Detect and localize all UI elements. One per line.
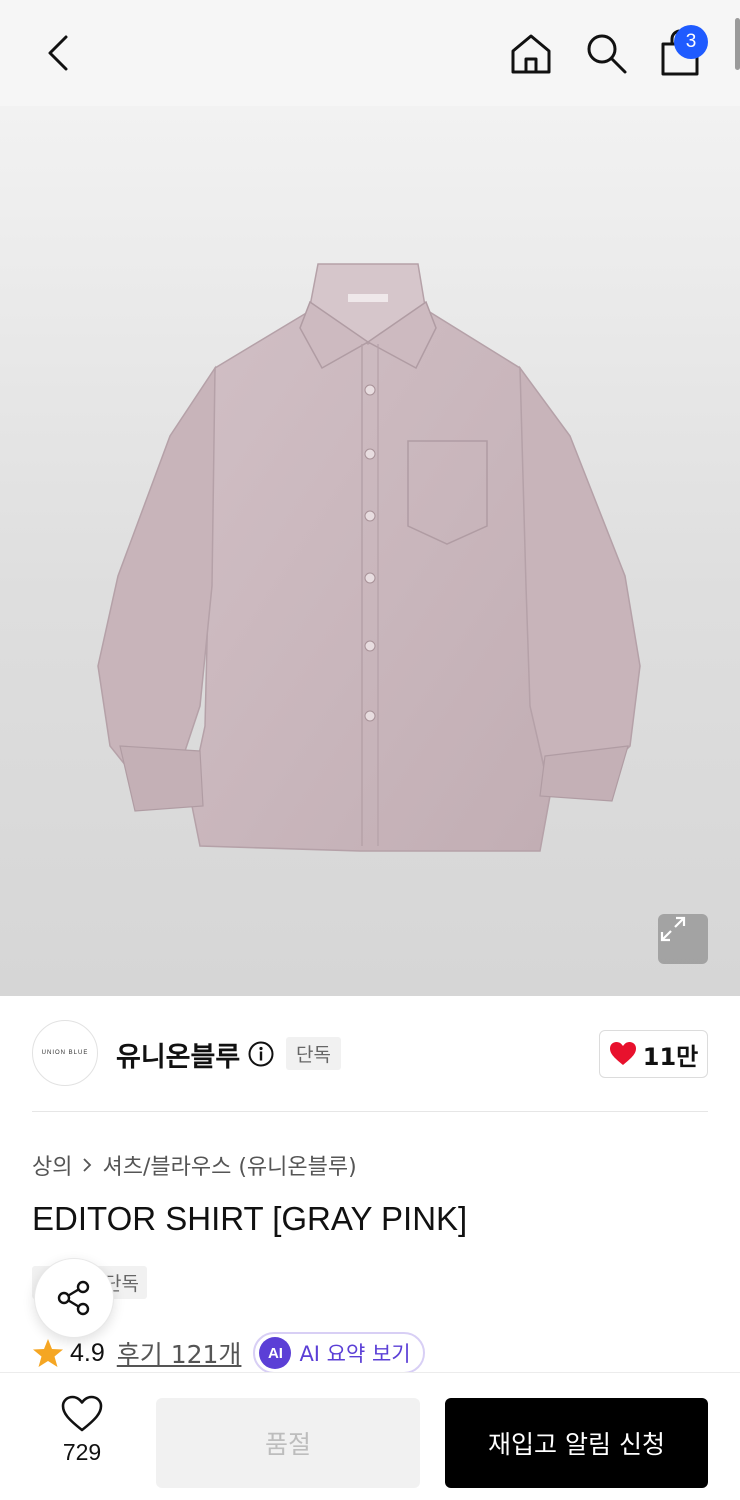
product-title: EDITOR SHIRT [GRAY PINK] — [32, 1200, 468, 1237]
brand-like-count: 11만 — [642, 1042, 699, 1071]
home-icon — [511, 34, 551, 74]
brand-logo[interactable]: UNION BLUE — [32, 1020, 98, 1086]
product-image[interactable] — [0, 106, 740, 996]
brand-name[interactable]: 유니온블루 — [116, 1035, 240, 1074]
top-app-bar: 3 — [0, 0, 740, 106]
star-icon — [33, 1339, 63, 1367]
rating-value: 4.9 — [70, 1338, 105, 1367]
chevron-left-icon — [48, 35, 68, 71]
share-button[interactable] — [34, 1258, 114, 1338]
breadcrumb-category[interactable]: 상의 — [32, 1149, 72, 1181]
divider — [32, 1111, 708, 1112]
exclusive-badge: 단독 — [286, 1037, 341, 1070]
ai-icon: AI — [259, 1337, 292, 1369]
heart-icon — [609, 1042, 636, 1065]
breadcrumb-subcategory[interactable]: 셔츠/블라우스 (유니온블루) — [102, 1149, 356, 1181]
chevron-right-icon — [83, 1158, 92, 1172]
ai-summary-label: AI 요약 보기 — [299, 1342, 411, 1366]
search-button[interactable] — [578, 26, 634, 80]
info-icon[interactable] — [248, 1041, 274, 1067]
rating-row: 4.9 후기 121개 AI AI 요약 보기 — [32, 1332, 425, 1374]
expand-icon — [660, 916, 686, 942]
brand-like-button[interactable]: 11만 — [599, 1030, 708, 1078]
cart-count-badge: 3 — [674, 25, 708, 59]
brand-row: UNION BLUE 유니온블루 단독 11만 — [32, 1020, 708, 1088]
reviews-link[interactable]: 후기 121개 — [117, 1335, 242, 1371]
heart-outline-icon — [61, 1395, 103, 1432]
wishlist-count: 729 — [62, 1439, 102, 1465]
restock-alert-button[interactable]: 재입고 알림 신청 — [445, 1398, 708, 1488]
expand-image-button[interactable] — [658, 914, 708, 964]
sold-out-button[interactable]: 품절 — [156, 1398, 420, 1488]
breadcrumb: 상의 셔츠/블라우스 (유니온블루) — [32, 1148, 357, 1182]
home-button[interactable] — [503, 26, 559, 80]
share-icon — [57, 1280, 90, 1316]
shirt-illustration — [97, 263, 641, 852]
search-icon — [587, 34, 627, 74]
wishlist-button[interactable]: 729 — [44, 1395, 120, 1481]
bottom-action-bar: 729 품절 재입고 알림 신청 — [0, 1372, 740, 1500]
scrollbar[interactable] — [735, 18, 740, 70]
back-button[interactable] — [30, 28, 86, 78]
ai-summary-button[interactable]: AI AI 요약 보기 — [253, 1332, 425, 1374]
